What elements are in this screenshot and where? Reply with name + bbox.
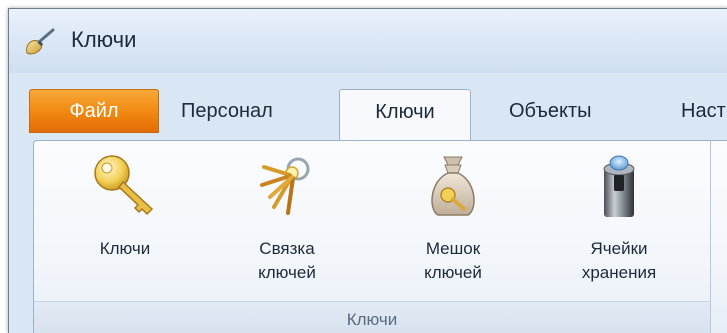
tab-personnel[interactable]: Персонал <box>181 87 273 135</box>
ribbon-group-keys: Ключи Связка ключей Мешок ключей Ячейки … <box>34 141 711 333</box>
key-icon <box>94 155 154 216</box>
keys-button[interactable]: Ключи <box>60 145 190 295</box>
tab-keys[interactable]: Ключи <box>339 89 471 142</box>
key-bunch-button-label: Связка ключей <box>258 239 316 282</box>
tab-objects[interactable]: Объекты <box>509 87 591 135</box>
key-bag-button-label: Мешок ключей <box>424 239 482 282</box>
key-bunch-icon <box>260 157 310 215</box>
ribbon-tab-bar: Файл Персонал Ключи Объекты Наст <box>9 81 727 142</box>
tab-settings[interactable]: Наст <box>681 87 726 135</box>
storage-cells-button-label: Ячейки хранения <box>581 239 657 282</box>
broom-app-icon[interactable] <box>23 27 57 57</box>
key-bunch-button[interactable]: Связка ключей <box>222 145 352 295</box>
keys-button-label: Ключи <box>99 239 151 258</box>
tab-file[interactable]: Файл <box>29 89 159 133</box>
key-bag-button[interactable]: Мешок ключей <box>388 145 518 295</box>
storage-cells-button[interactable]: Ячейки хранения <box>554 145 684 295</box>
ribbon-panel: Ключи Связка ключей Мешок ключей Ячейки … <box>33 140 727 333</box>
window-title: Ключи <box>71 27 137 52</box>
key-bag-icon <box>431 156 475 216</box>
storage-cell-icon <box>603 155 635 217</box>
title-bar: Ключи <box>9 9 727 73</box>
app-window: Ключи Файл Персонал Ключи Объекты Наст К… <box>8 8 727 333</box>
ribbon-group-label: Ключи <box>34 301 710 333</box>
